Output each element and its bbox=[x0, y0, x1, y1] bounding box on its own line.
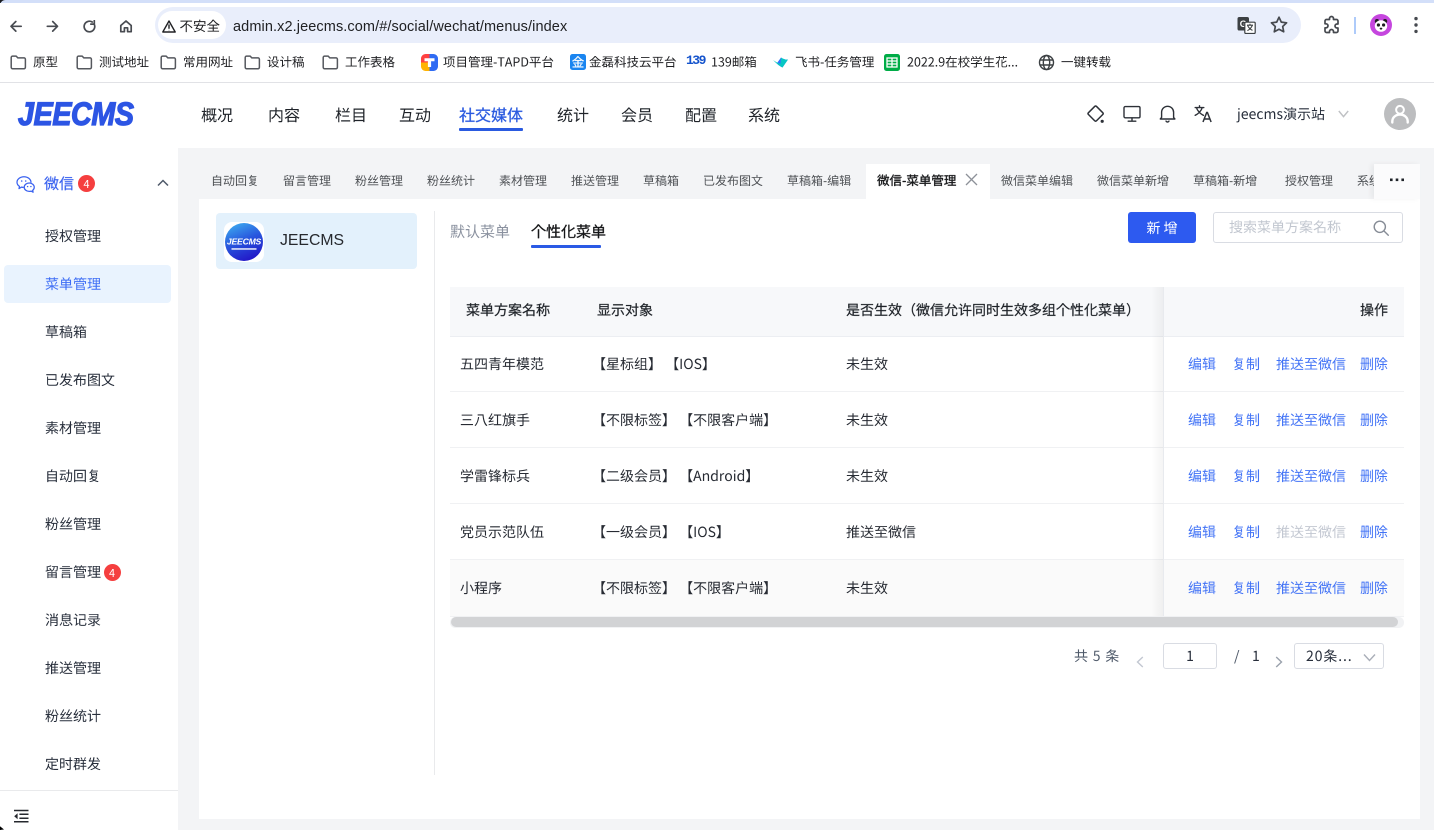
svg-text:JEECMS: JEECMS bbox=[227, 237, 262, 247]
